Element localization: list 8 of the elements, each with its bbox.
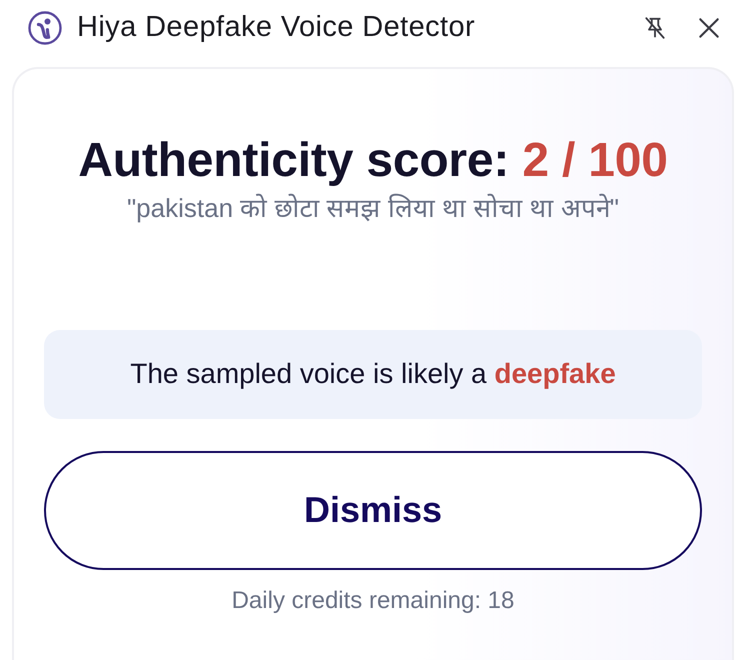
logo-icon: [28, 11, 62, 45]
close-icon: [696, 15, 722, 41]
authenticity-score-heading: Authenticity score: 2 / 100: [77, 135, 669, 188]
window-title: Hiya Deepfake Voice Detector: [77, 10, 476, 46]
transcript-quote: "pakistan को छोटा समझ लिया था सोचा था अपने": [126, 192, 620, 225]
verdict-text: The sampled voice is likely a deepfake: [130, 357, 616, 392]
dismiss-button[interactable]: Dismiss: [44, 450, 702, 570]
credits-remaining-text: Daily credits remaining: 18: [230, 586, 516, 616]
